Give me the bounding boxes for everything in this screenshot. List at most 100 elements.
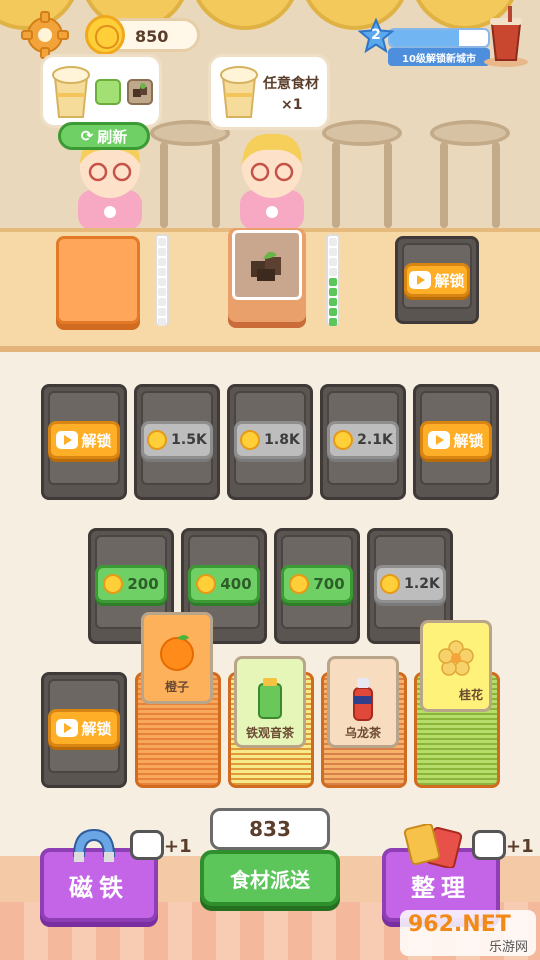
counter-slot-locked[interactable]: 解锁 [395,236,479,324]
price-label: 1.5K [171,432,207,448]
ingredient-card-orange[interactable]: 橙子 [141,612,213,704]
tea-can-icon [258,678,282,719]
stool [150,120,230,230]
ingredient-card-oolong[interactable]: 乌龙茶 [327,656,399,748]
meter-cell [158,278,166,286]
meter-cell [158,288,166,296]
awning-scallop [190,0,300,30]
green-tea-icon [95,79,121,105]
level-progress-bar [388,28,490,48]
coin-icon [196,574,217,594]
unlock-label: 解锁 [81,431,112,450]
coin-icon [289,574,310,594]
cup-icon [217,63,261,119]
buy-slot-button[interactable]: 200 [95,565,167,603]
level-star-icon: 2 [357,17,395,54]
video-ad-icon [56,431,79,449]
slot-row1-2[interactable]: 1.5K [134,384,220,500]
settings-gear-icon[interactable] [20,10,70,60]
coin-icon [147,430,168,450]
sort-cards-icon [400,822,470,870]
slot-row2-3[interactable]: 700 [274,528,360,644]
price-label: 2.1K [357,432,393,448]
cup-icon [49,63,93,119]
buy-slot-button[interactable]: 2.1K [327,421,399,459]
video-ad-icon [409,271,432,289]
order-bubble-2: 任意食材 ×1 [208,54,330,130]
slot-row3-1[interactable]: 解锁 [41,672,127,788]
slot-row1-5[interactable]: 解锁 [413,384,499,500]
unlock-ad-button[interactable]: 解锁 [48,709,120,747]
ingredient-name: 乌龙茶 [344,726,381,740]
unlock-ad-button[interactable]: 解锁 [48,421,120,459]
meter-cell [158,318,166,326]
deliver-count: 833 [210,808,330,850]
meter-cell [329,238,337,246]
stool [322,120,402,230]
deliver-ingredients-button[interactable]: 食材派送 [200,850,340,906]
ingredient-card-osmanthus[interactable]: 桂花 [420,620,492,712]
price-label: 400 [220,575,252,593]
slot-row1-1[interactable]: 解锁 [41,384,127,500]
order-count: ×1 [281,97,303,113]
refresh-icon: ⟳ [80,127,94,145]
coin-counter: 850 [85,15,200,55]
meter-cell [329,258,337,266]
video-ad-icon [428,431,451,449]
coin-amount: 850 [135,27,169,46]
counter-unlock-button[interactable]: 解锁 [404,263,470,297]
brown-sugar-card[interactable] [232,230,302,300]
coin-icon [85,15,125,55]
video-ad-icon [56,719,79,737]
counter-slot-active[interactable] [228,228,306,322]
level-caption: 10级解锁新城市 [388,48,490,66]
sort-label: 整理 [411,873,471,902]
magnet-icon [66,826,122,866]
level-number: 2 [371,27,381,43]
slot-row1-4[interactable]: 2.1K [320,384,406,500]
buy-slot-button[interactable]: 700 [281,565,353,603]
customer-center [222,120,322,230]
meter-cell [329,298,337,306]
ingredient-card-tieguanyin[interactable]: 铁观音茶 [234,656,306,748]
sort-video-ad-icon [472,830,506,860]
progress-meter-left [155,234,169,326]
meter-cell [329,278,337,286]
order-bubble-1 [40,54,162,128]
ingredient-name: 桂花 [458,688,483,702]
meter-cell [158,308,166,316]
level-panel[interactable]: 10级解锁新城市 2 [357,17,490,66]
meter-cell [158,298,166,306]
buy-slot-button[interactable]: 1.2K [374,565,446,603]
meter-cell [158,258,166,266]
counter-slot-empty[interactable] [56,236,140,324]
ingredient-name: 铁观音茶 [245,726,294,740]
slot-row1-3[interactable]: 1.8K [227,384,313,500]
buy-slot-button[interactable]: 1.5K [141,421,213,459]
meter-cell [329,248,337,256]
coin-icon [240,430,261,450]
unlock-ad-button[interactable]: 解锁 [420,421,492,459]
watermark-logo: 962.NET [408,912,511,937]
meter-cell [329,308,337,316]
refresh-order-button[interactable]: ⟳ 刷新 [58,122,150,150]
price-label: 1.2K [404,576,440,592]
unlock-label: 解锁 [453,431,484,450]
refresh-label: 刷新 [97,127,128,146]
magnet-video-ad-icon [130,830,164,860]
price-label: 200 [127,575,159,593]
meter-cell [158,268,166,276]
buy-slot-button[interactable]: 400 [188,565,260,603]
order-any-ingredient: 任意食材 [263,76,319,92]
buy-slot-button[interactable]: 1.8K [234,421,306,459]
watermark-sub: 乐游网 [488,940,528,955]
price-label: 1.8K [264,432,300,448]
milk-tea-cup-icon[interactable] [482,6,530,68]
watermark: 962.NET 乐游网 [400,910,536,956]
unlock-label: 解锁 [434,271,465,290]
sort-plus-count: +1 [506,836,534,857]
coin-icon [103,574,124,594]
coin-icon [380,574,401,594]
stool [430,120,510,230]
magnet-label: 磁铁 [69,873,129,902]
